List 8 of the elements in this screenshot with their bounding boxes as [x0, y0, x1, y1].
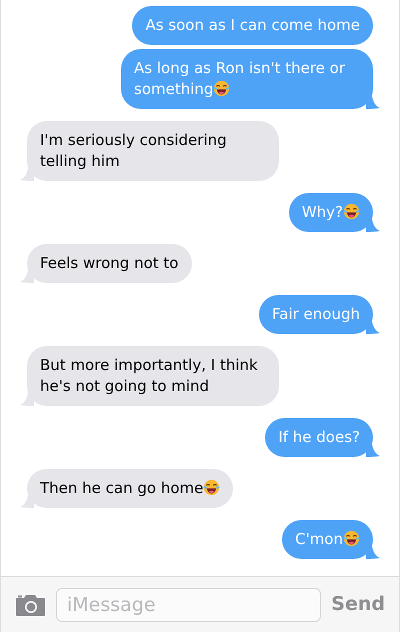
sent-message-bubble: As soon as I can come home — [132, 6, 373, 45]
send-button[interactable]: Send — [331, 590, 385, 619]
camera-icon[interactable] — [15, 592, 46, 616]
message-input-field[interactable]: iMessage — [56, 588, 322, 622]
laughing-face-icon — [343, 203, 360, 220]
laughing-face-icon — [213, 80, 230, 97]
laughing-face-icon — [343, 530, 360, 547]
laughing-face-icon — [203, 479, 220, 496]
